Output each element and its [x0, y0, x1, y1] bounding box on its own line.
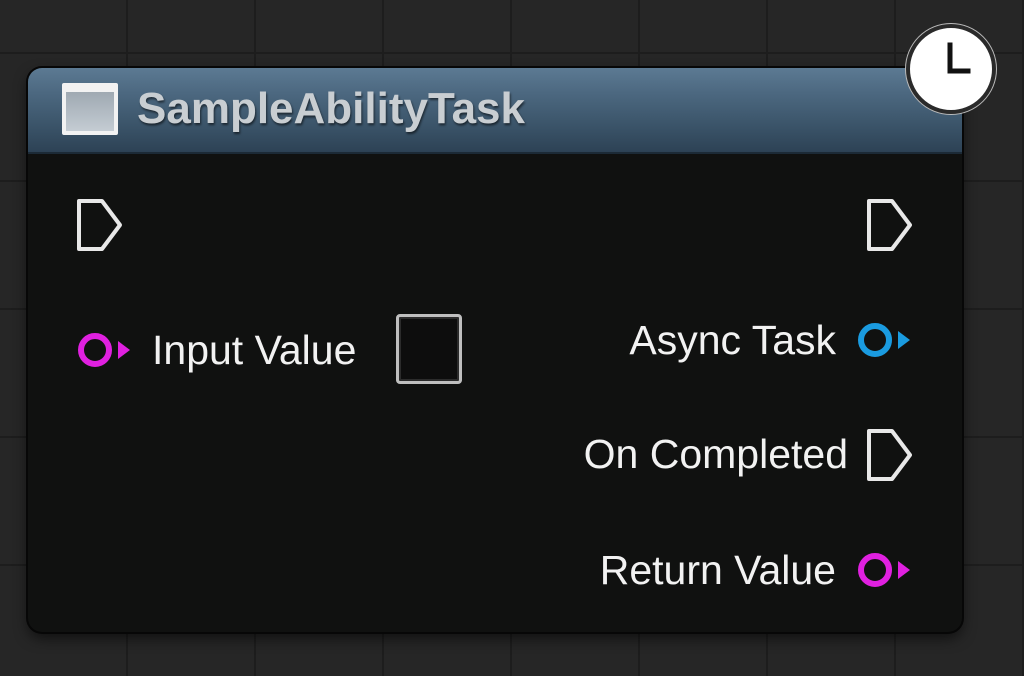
on-completed-pin[interactable] [866, 428, 914, 482]
data-pin-icon [858, 323, 910, 357]
async-task-pin[interactable] [856, 322, 912, 358]
input-value-label: Input Value [152, 327, 357, 373]
clock-icon [906, 24, 996, 114]
exec-in-pin[interactable] [76, 198, 124, 252]
exec-pin-icon [867, 429, 912, 481]
exec-pin-icon [77, 199, 122, 251]
input-value-checkbox[interactable] [396, 314, 462, 384]
async-task-label: Async Task [629, 317, 836, 363]
return-value-pin[interactable] [856, 552, 912, 588]
node-title: SampleAbilityTask [137, 84, 525, 133]
data-pin-icon [78, 333, 130, 367]
exec-pin-icon [867, 199, 912, 251]
node-header[interactable]: SampleAbilityTask [28, 68, 962, 154]
return-value-label: Return Value [599, 547, 836, 593]
exec-out-pin[interactable] [866, 198, 914, 252]
on-completed-label: On Completed [583, 431, 848, 477]
data-pin-icon [858, 553, 910, 587]
input-value-pin[interactable] [76, 332, 132, 368]
function-node-icon [62, 83, 118, 135]
